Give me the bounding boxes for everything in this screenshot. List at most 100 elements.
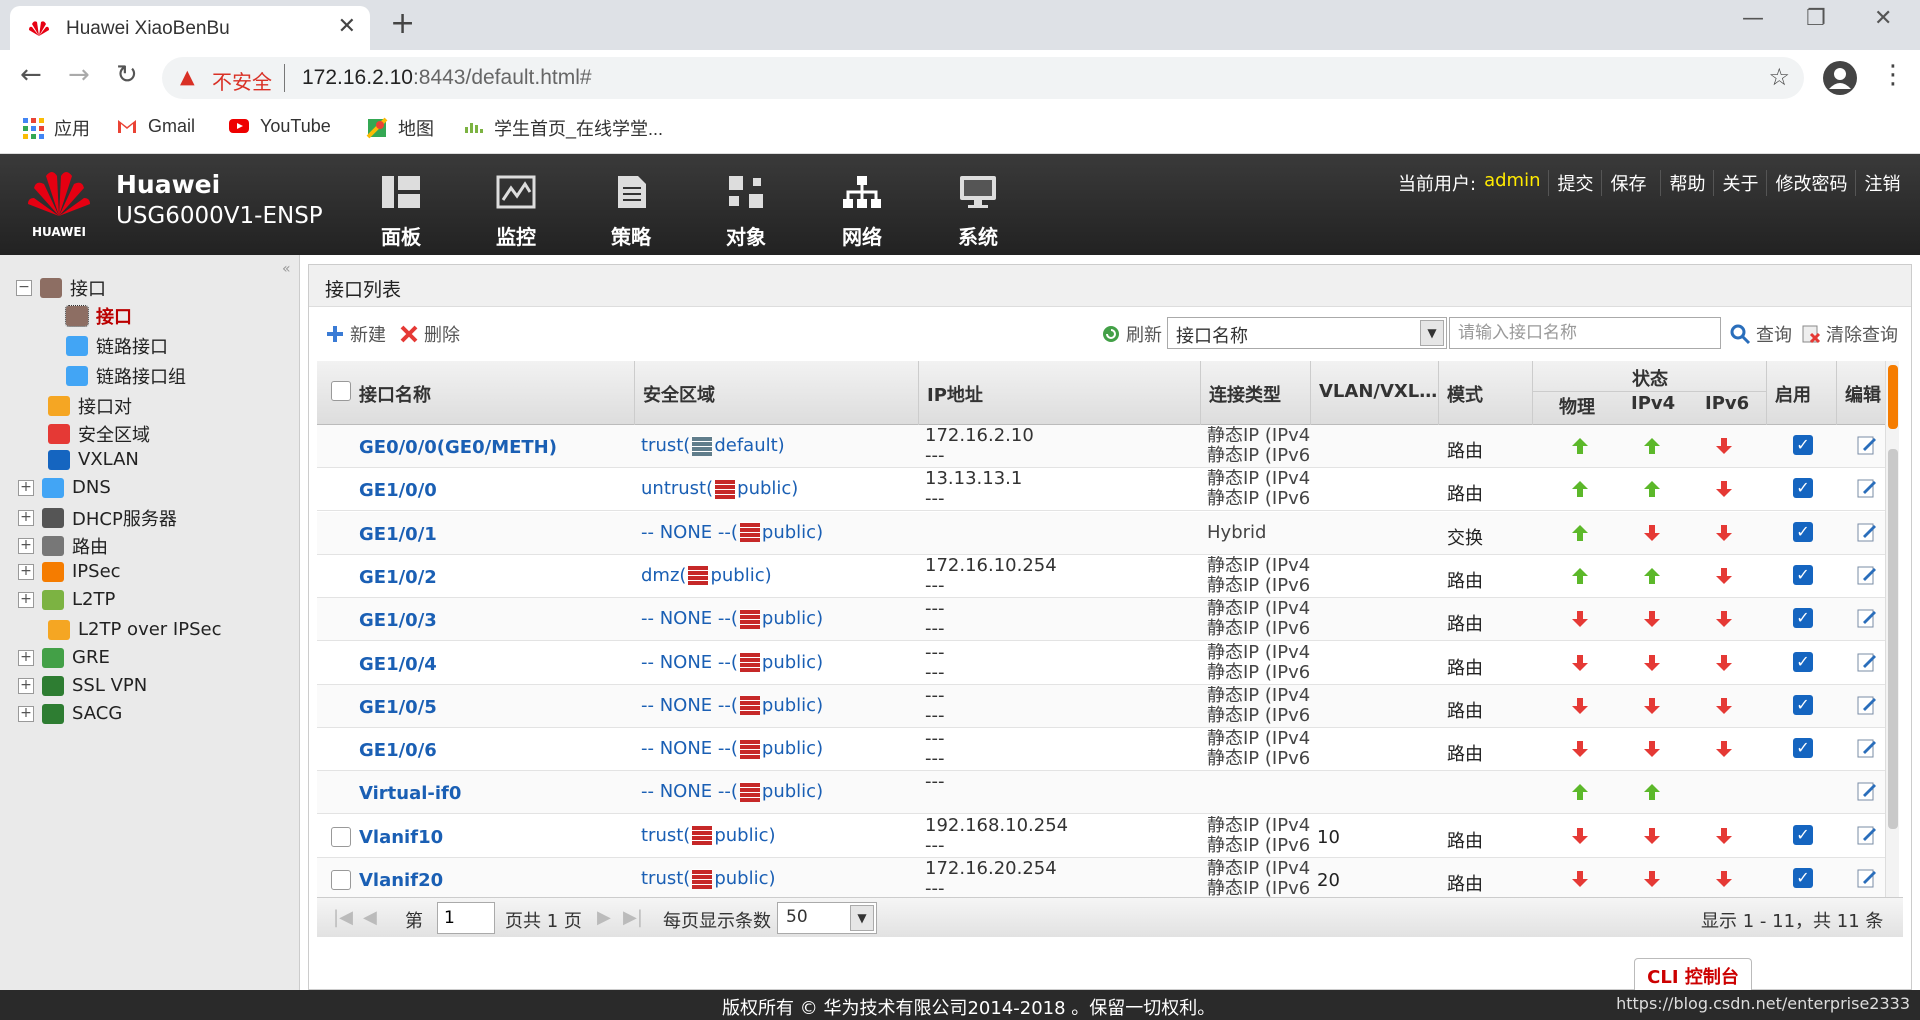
back-icon[interactable]: ←: [20, 60, 42, 90]
table-row[interactable]: GE1/0/4 -- NONE --(public) --- --- 静态IP (IPv…: [317, 642, 1895, 685]
edit-icon[interactable]: [1857, 781, 1877, 801]
reload-icon[interactable]: ↻: [116, 60, 138, 90]
sidebar-item-l2tp-over-ipsec[interactable]: L2TP over IPSec: [48, 619, 221, 640]
nav-policy[interactable]: 策略: [591, 174, 671, 250]
about-link[interactable]: 关于: [1713, 170, 1766, 196]
enable-checkbox[interactable]: ✓: [1793, 824, 1813, 845]
expand-icon[interactable]: +: [18, 649, 34, 666]
table-row[interactable]: GE1/0/5 -- NONE --(public) --- --- 静态IP (IPv…: [317, 684, 1895, 728]
sidebar-item-dhcp-server[interactable]: + DHCP服务器: [18, 505, 177, 531]
column-ip-address[interactable]: IP地址: [919, 361, 1201, 425]
bookmark-star-icon[interactable]: ☆: [1768, 63, 1790, 91]
row-checkbox[interactable]: [331, 870, 351, 890]
enable-checkbox[interactable]: ✓: [1793, 564, 1813, 585]
enable-checkbox[interactable]: ✓: [1793, 651, 1813, 672]
bookmark-maps[interactable]: 地图: [366, 115, 434, 141]
filter-field-select[interactable]: 接口名称 ▼: [1167, 317, 1447, 349]
interface-name-link[interactable]: GE0/0/0(GE0/METH): [359, 437, 557, 458]
expand-icon[interactable]: +: [18, 677, 34, 694]
column-ipv6[interactable]: IPv6: [1705, 393, 1749, 414]
browser-tab[interactable]: Huawei XiaoBenBu ✕: [10, 6, 370, 50]
enable-checkbox[interactable]: ✓: [1793, 608, 1813, 629]
collapse-sidebar-icon[interactable]: «: [282, 261, 291, 277]
delete-button[interactable]: 删除: [399, 321, 460, 347]
enable-checkbox[interactable]: ✓: [1793, 694, 1813, 715]
zone-name[interactable]: -- NONE --(: [641, 652, 738, 673]
bookmark-gmail[interactable]: Gmail: [116, 115, 195, 137]
edit-icon[interactable]: [1857, 695, 1877, 715]
interface-name-link[interactable]: GE1/0/6: [359, 740, 437, 761]
page-size-select[interactable]: 50 ▼: [777, 902, 877, 934]
zone-name[interactable]: dmz(: [641, 565, 686, 586]
address-bar[interactable]: ▲ 不安全 172.16.2.10:8443/default.html# ☆: [162, 57, 1804, 99]
column-mode[interactable]: 模式: [1439, 361, 1533, 425]
logout-link[interactable]: 注销: [1855, 170, 1908, 196]
help-link[interactable]: 帮助: [1660, 170, 1713, 196]
enable-checkbox[interactable]: ✓: [1793, 868, 1813, 888]
bookmark-apps[interactable]: 应用: [22, 115, 90, 141]
close-window-icon[interactable]: ✕: [1874, 6, 1892, 31]
edit-icon[interactable]: [1857, 608, 1877, 628]
bookmark-xuetang[interactable]: 学生首页_在线学堂...: [462, 115, 663, 141]
expand-icon[interactable]: +: [18, 479, 34, 496]
search-button[interactable]: 查询: [1729, 321, 1792, 347]
row-checkbox[interactable]: [331, 826, 351, 847]
table-row[interactable]: GE1/0/3 -- NONE --(public) --- --- 静态IP (IPv…: [317, 598, 1895, 642]
interface-name-link[interactable]: GE1/0/3: [359, 610, 437, 631]
column-ipv4[interactable]: IPv4: [1631, 393, 1675, 414]
edit-icon[interactable]: [1857, 565, 1877, 585]
interface-name-link[interactable]: GE1/0/2: [359, 567, 437, 588]
sidebar-item-sacg[interactable]: + SACG: [18, 703, 122, 724]
zone-name[interactable]: -- NONE --(: [641, 695, 738, 716]
cli-console-button[interactable]: CLI 控制台: [1634, 958, 1752, 990]
sidebar-item-l2tp[interactable]: + L2TP: [18, 589, 115, 610]
edit-icon[interactable]: [1857, 868, 1877, 888]
commit-link[interactable]: 提交: [1548, 170, 1601, 196]
column-security-zone[interactable]: 安全区域: [635, 361, 919, 425]
interface-name-link[interactable]: GE1/0/0: [359, 480, 437, 501]
table-row[interactable]: GE0/0/0(GE0/METH) trust(default) 172.16.2.…: [317, 425, 1895, 468]
sidebar-item-link-interface[interactable]: 链路接口: [66, 333, 168, 359]
enable-checkbox[interactable]: ✓: [1793, 738, 1813, 759]
sidebar-item-route[interactable]: + 路由: [18, 533, 108, 559]
restore-icon[interactable]: ❐: [1806, 6, 1826, 31]
table-row[interactable]: Vlanif10 trust(public) 192.168.10.254 --- 静态…: [317, 815, 1895, 858]
collapse-icon[interactable]: −: [16, 280, 32, 296]
refresh-button[interactable]: 刷新: [1101, 321, 1162, 347]
zone-name[interactable]: -- NONE --(: [641, 781, 738, 802]
sidebar-item-ssl-vpn[interactable]: + SSL VPN: [18, 675, 147, 696]
search-input[interactable]: [1449, 317, 1721, 349]
browser-menu-icon[interactable]: ⋮: [1880, 60, 1906, 90]
expand-icon[interactable]: +: [18, 705, 34, 722]
expand-icon[interactable]: +: [18, 538, 34, 554]
nav-monitor[interactable]: 监控: [476, 174, 556, 250]
table-row[interactable]: GE1/0/0 untrust(public) 13.13.13.1 --- 静态IP …: [317, 468, 1895, 512]
page-number-input[interactable]: [437, 902, 495, 934]
edit-icon[interactable]: [1857, 478, 1877, 498]
interface-name-link[interactable]: GE1/0/1: [359, 524, 437, 545]
column-physical[interactable]: 物理: [1559, 393, 1595, 419]
sidebar-item-vxlan[interactable]: VXLAN: [48, 449, 139, 470]
change-password-link[interactable]: 修改密码: [1766, 170, 1855, 196]
sidebar-item-interface[interactable]: 接口: [65, 303, 132, 329]
vertical-scrollbar[interactable]: [1885, 361, 1899, 897]
close-tab-icon[interactable]: ✕: [338, 14, 356, 39]
chevron-down-icon[interactable]: ▼: [1420, 320, 1444, 346]
chevron-down-icon[interactable]: ▼: [850, 905, 874, 931]
zone-name[interactable]: trust(: [641, 435, 690, 456]
interface-name-link[interactable]: Vlanif10: [359, 827, 443, 848]
zone-name[interactable]: trust(: [641, 825, 690, 846]
column-vlan[interactable]: VLAN/VXL…: [1311, 361, 1439, 425]
zone-name[interactable]: -- NONE --(: [641, 738, 738, 759]
sidebar-item-interface[interactable]: − 接口: [16, 275, 106, 301]
first-page-icon[interactable]: |◀: [333, 907, 353, 928]
column-enable[interactable]: 启用: [1767, 361, 1837, 425]
new-button[interactable]: 新建: [325, 321, 386, 347]
table-row[interactable]: Vlanif20 trust(public) 172.16.20.254 --- 静态I…: [317, 858, 1895, 897]
new-tab-icon[interactable]: +: [390, 6, 415, 41]
edit-icon[interactable]: [1857, 738, 1877, 758]
column-connection-type[interactable]: 连接类型: [1201, 361, 1311, 425]
zone-name[interactable]: trust(: [641, 868, 690, 889]
edit-icon[interactable]: [1857, 522, 1877, 542]
save-link[interactable]: 保存: [1601, 170, 1654, 196]
